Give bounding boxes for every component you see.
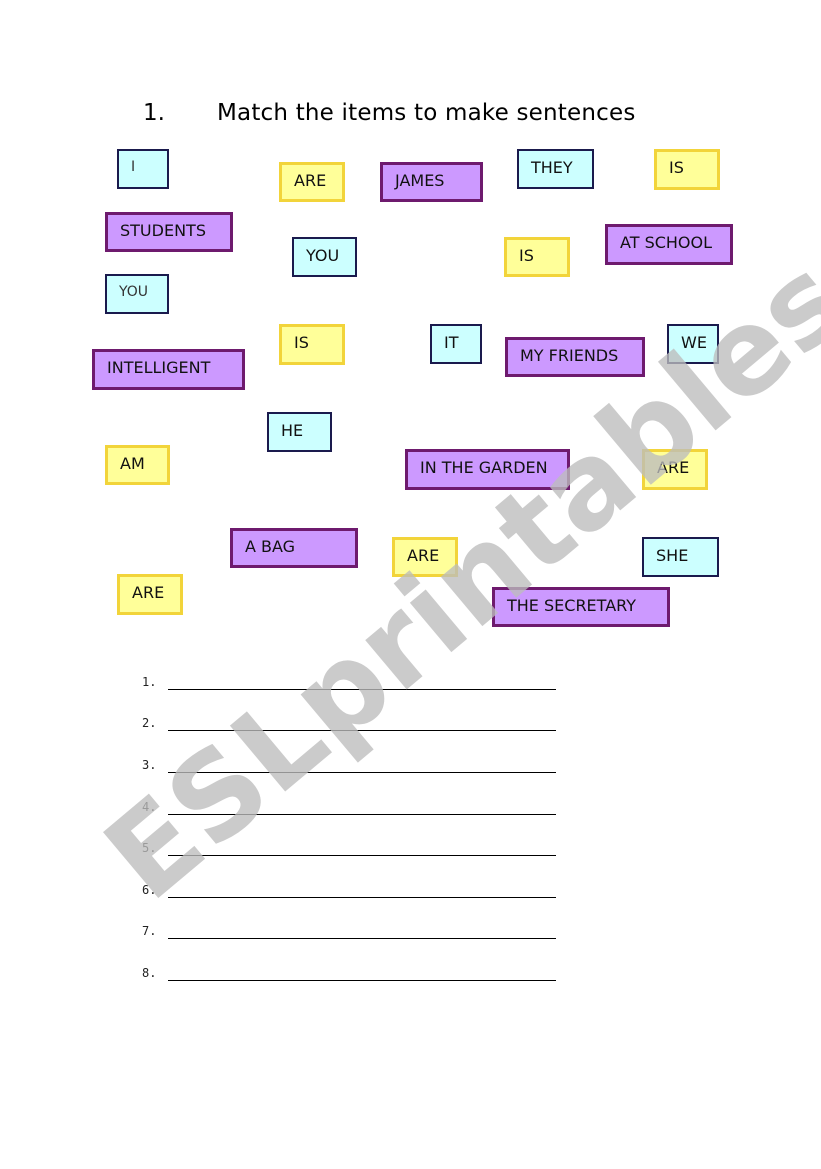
answer-line-number: 7.: [142, 924, 157, 938]
word-label: INTELLIGENT: [107, 358, 211, 377]
word-label: I: [131, 159, 136, 175]
word-label: IS: [519, 245, 534, 265]
answer-line: 1.: [142, 671, 562, 695]
word-label: ARE: [294, 170, 327, 190]
word-box-you[interactable]: YOU: [292, 237, 357, 277]
word-box-i[interactable]: I: [117, 149, 169, 189]
word-label: ARE: [657, 458, 690, 477]
worksheet-page: 1. Match the items to make sentences I A…: [0, 0, 821, 1169]
word-label: MY FRIENDS: [520, 345, 619, 365]
answer-line: 5.: [142, 837, 562, 861]
word-box-they[interactable]: THEY: [517, 149, 594, 189]
word-label: SHE: [656, 545, 689, 565]
word-box-in-the-garden[interactable]: IN THE GARDEN: [405, 449, 570, 490]
answer-line-number: 3.: [142, 758, 157, 772]
answer-input[interactable]: [168, 712, 560, 732]
word-box-it[interactable]: IT: [430, 324, 482, 364]
answer-line-number: 1.: [142, 675, 157, 689]
word-label: AT SCHOOL: [620, 233, 713, 252]
answer-line-number: 4.: [142, 800, 157, 814]
word-label: YOU: [119, 284, 149, 300]
word-label: HE: [281, 420, 304, 440]
word-label: AM: [120, 453, 145, 473]
answer-input[interactable]: [168, 796, 560, 816]
answer-line: 2.: [142, 712, 562, 736]
word-label: YOU: [306, 245, 340, 265]
word-box-is[interactable]: IS: [654, 149, 720, 190]
word-box-is[interactable]: IS: [279, 324, 345, 365]
word-box-she[interactable]: SHE: [642, 537, 719, 577]
word-label: A BAG: [245, 536, 296, 556]
word-label: WE: [681, 332, 707, 352]
word-box-am[interactable]: AM: [105, 445, 170, 485]
word-box-are[interactable]: ARE: [117, 574, 183, 615]
answer-input[interactable]: [168, 962, 560, 982]
word-label: STUDENTS: [120, 220, 206, 240]
answer-line-number: 8.: [142, 966, 157, 980]
word-label: IS: [669, 158, 684, 177]
word-box-are[interactable]: ARE: [642, 449, 708, 490]
word-box-he[interactable]: HE: [267, 412, 332, 452]
answer-line: 4.: [142, 796, 562, 820]
answer-line: 3.: [142, 754, 562, 778]
word-box-intelligent[interactable]: INTELLIGENT: [92, 349, 245, 390]
word-label: ARE: [132, 583, 165, 602]
word-label: IS: [294, 333, 309, 352]
word-box-the-secretary[interactable]: THE SECRETARY: [492, 587, 670, 627]
word-box-at-school[interactable]: AT SCHOOL: [605, 224, 733, 265]
word-box-a-bag[interactable]: A BAG: [230, 528, 358, 568]
word-label: THEY: [531, 157, 573, 177]
word-box-my-friends[interactable]: MY FRIENDS: [505, 337, 645, 377]
word-label: ARE: [407, 545, 440, 565]
answer-line-number: 5.: [142, 841, 157, 855]
answer-input[interactable]: [168, 671, 560, 691]
answer-line: 6.: [142, 879, 562, 903]
word-label: JAMES: [395, 170, 445, 190]
word-label: THE SECRETARY: [507, 595, 637, 615]
word-box-james[interactable]: JAMES: [380, 162, 483, 202]
word-box-is[interactable]: IS: [504, 237, 570, 277]
word-box-students[interactable]: STUDENTS: [105, 212, 233, 252]
answer-line-number: 6.: [142, 883, 157, 897]
answer-line: 8.: [142, 962, 562, 986]
exercise-number: 1.: [143, 100, 165, 126]
answer-line-number: 2.: [142, 716, 157, 730]
word-label: IN THE GARDEN: [420, 458, 548, 477]
answer-line: 7.: [142, 920, 562, 944]
exercise-instruction: Match the items to make sentences: [217, 100, 636, 126]
answer-input[interactable]: [168, 754, 560, 774]
answer-input[interactable]: [168, 920, 560, 940]
word-box-are[interactable]: ARE: [392, 537, 458, 577]
word-box-are[interactable]: ARE: [279, 162, 345, 202]
word-box-we[interactable]: WE: [667, 324, 719, 364]
answer-input[interactable]: [168, 879, 560, 899]
word-box-you[interactable]: YOU: [105, 274, 169, 314]
answer-input[interactable]: [168, 837, 560, 857]
word-label: IT: [444, 332, 459, 352]
